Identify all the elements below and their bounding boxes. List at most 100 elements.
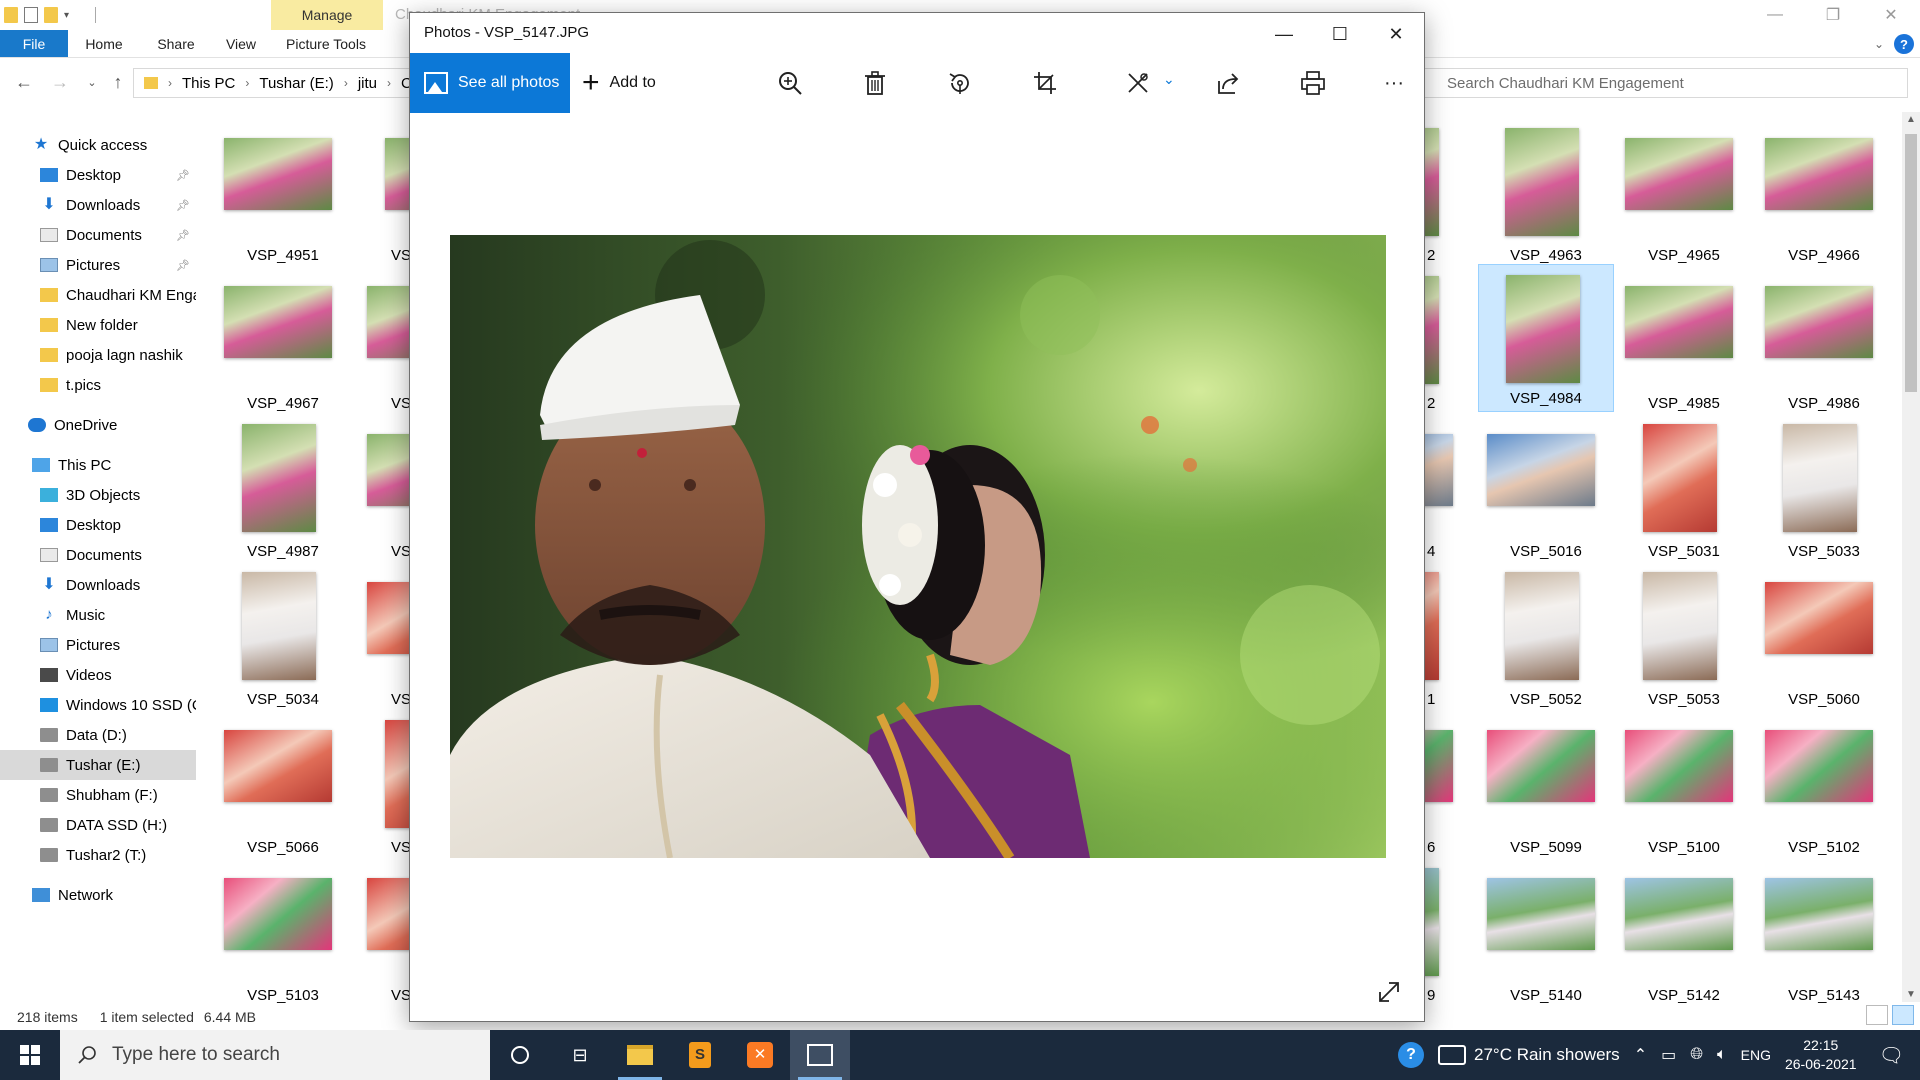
thumbnail-item[interactable]: VS — [355, 122, 409, 268]
minimize-icon[interactable]: — — [1256, 13, 1312, 55]
thumbnail-item[interactable]: 2 — [1425, 122, 1457, 268]
nav-quick-access[interactable]: ★ Quick access — [0, 130, 196, 160]
language-indicator[interactable]: ENG — [1741, 1047, 1771, 1063]
scrollbar-thumb[interactable] — [1905, 134, 1917, 392]
nav-drive-d[interactable]: Data (D:) — [0, 720, 196, 750]
nav-quick-new-folder[interactable]: New folder — [0, 310, 196, 340]
chevron-down-icon[interactable]: ⌄ — [1163, 71, 1175, 88]
thumbnail-item[interactable]: VSP_4963 — [1478, 122, 1614, 268]
folder-icon[interactable] — [4, 7, 18, 23]
thumbnail-item[interactable]: 4 — [1425, 418, 1457, 564]
breadcrumb-jitu[interactable]: jitu — [358, 75, 377, 92]
thumbnail-item-selected[interactable]: VSP_4984 — [1478, 264, 1614, 412]
clock[interactable]: 22:15 26-06-2021 — [1785, 1036, 1857, 1074]
taskbar-photos[interactable] — [790, 1030, 850, 1080]
thumbnail-item[interactable]: VSP_5100 — [1616, 714, 1752, 860]
close-icon[interactable]: ✕ — [1862, 0, 1920, 30]
nav-quick-desktop[interactable]: Desktop 📌︎ — [0, 160, 196, 190]
explorer-search-input[interactable]: Search Chaudhari KM Engagement — [1420, 68, 1908, 98]
thumbnail-item[interactable]: VSP_5102 — [1756, 714, 1892, 860]
thumbnail-item[interactable]: VSP_5033 — [1756, 418, 1892, 564]
fullscreen-icon[interactable] — [1374, 977, 1404, 1007]
rotate-icon[interactable] — [942, 65, 978, 101]
breadcrumb-tushar[interactable]: Tushar (E:) — [259, 75, 333, 92]
more-icon[interactable]: ··· — [1376, 65, 1412, 101]
taskbar-sublime[interactable]: S — [670, 1030, 730, 1080]
customize-qat-icon[interactable]: ▾ — [64, 10, 69, 21]
nav-downloads[interactable]: ⬇ Downloads — [0, 570, 196, 600]
volume-icon[interactable]: 🔈︎ — [1717, 1046, 1727, 1064]
nav-3d-objects[interactable]: 3D Objects — [0, 480, 196, 510]
thumbnail-item[interactable]: VSP_5060 — [1756, 566, 1892, 712]
taskbar-file-explorer[interactable] — [610, 1030, 670, 1080]
nav-quick-pictures[interactable]: Pictures 📌︎ — [0, 250, 196, 280]
restore-icon[interactable]: ❐ — [1804, 0, 1862, 30]
thumbnail-item[interactable]: VS — [355, 566, 409, 712]
nav-this-pc[interactable]: This PC — [0, 450, 196, 480]
nav-drive-t[interactable]: Tushar2 (T:) — [0, 840, 196, 870]
show-hidden-icons-icon[interactable]: ⌃ — [1634, 1045, 1647, 1065]
delete-icon[interactable] — [857, 65, 893, 101]
battery-icon[interactable]: ▭ — [1661, 1045, 1676, 1065]
thumbnail-item[interactable]: VSP_4987 — [215, 418, 351, 564]
thumbnail-item[interactable]: VSP_4986 — [1756, 270, 1892, 416]
forward-icon[interactable]: → — [48, 70, 72, 94]
thumbnail-item[interactable]: VSP_4985 — [1616, 270, 1752, 416]
properties-icon[interactable] — [24, 7, 38, 23]
nav-drive-h[interactable]: DATA SSD (H:) — [0, 810, 196, 840]
thumbnail-item[interactable]: 6 — [1425, 714, 1457, 860]
photo-viewer-image[interactable] — [450, 235, 1386, 858]
thumbnail-item[interactable]: VSP_5053 — [1616, 566, 1752, 712]
task-view-button[interactable]: ⊟ — [550, 1030, 610, 1080]
share-icon[interactable] — [1210, 65, 1246, 101]
nav-quick-tpics[interactable]: t.pics — [0, 370, 196, 400]
thumbnail-item[interactable]: 2 — [1425, 270, 1457, 416]
maximize-icon[interactable]: ☐ — [1312, 13, 1368, 55]
thumbnail-item[interactable]: VSP_4965 — [1616, 122, 1752, 268]
up-icon[interactable]: ↑ — [106, 70, 130, 94]
thumbnail-item[interactable]: VS — [355, 714, 409, 860]
thumbnail-item[interactable]: VSP_5066 — [215, 714, 351, 860]
thumbnail-item[interactable]: VSP_4966 — [1756, 122, 1892, 268]
tab-picture-tools[interactable]: Picture Tools — [270, 30, 382, 57]
thumbnail-item[interactable]: VSP_5052 — [1478, 566, 1614, 712]
thumbnail-item[interactable]: VSP_5140 — [1478, 862, 1614, 1008]
thumbnail-item[interactable]: VS — [355, 418, 409, 564]
cortana-button[interactable] — [490, 1030, 550, 1080]
expand-ribbon-icon[interactable]: ⌄ — [1874, 37, 1884, 51]
help-icon[interactable]: ? — [1894, 34, 1914, 54]
taskbar-xampp[interactable]: ✕ — [730, 1030, 790, 1080]
scroll-down-icon[interactable]: ▼ — [1902, 989, 1920, 1000]
nav-drive-c[interactable]: Windows 10 SSD (C — [0, 690, 196, 720]
nav-quick-documents[interactable]: Documents 📌︎ — [0, 220, 196, 250]
nav-quick-chaudhari[interactable]: Chaudhari KM Enga — [0, 280, 196, 310]
back-icon[interactable]: ← — [12, 70, 36, 94]
nav-quick-downloads[interactable]: ⬇ Downloads 📌︎ — [0, 190, 196, 220]
thumbnail-item[interactable]: VSP_5103 — [215, 862, 351, 1008]
vertical-scrollbar[interactable]: ▲ ▼ — [1902, 112, 1920, 1002]
tab-share[interactable]: Share — [140, 30, 212, 57]
thumbnail-item[interactable]: 9 — [1425, 862, 1457, 1008]
details-view-icon[interactable] — [1866, 1005, 1888, 1025]
thumbnail-item[interactable]: VSP_4951 — [215, 122, 351, 268]
recent-locations-icon[interactable]: ⌄ — [80, 70, 104, 94]
thumbnail-item[interactable]: VSP_5016 — [1478, 418, 1614, 564]
scroll-up-icon[interactable]: ▲ — [1902, 114, 1920, 125]
large-icons-view-icon[interactable] — [1892, 1005, 1914, 1025]
help-tray-icon[interactable]: ? — [1397, 1042, 1424, 1068]
see-all-photos-button[interactable]: See all photos — [410, 53, 570, 113]
nav-documents[interactable]: Documents — [0, 540, 196, 570]
thumbnail-item[interactable]: VSP_5099 — [1478, 714, 1614, 860]
add-to-button[interactable]: + Add to — [582, 53, 656, 113]
nav-quick-pooja[interactable]: pooja lagn nashik — [0, 340, 196, 370]
thumbnail-item[interactable]: VSP_5031 — [1616, 418, 1752, 564]
tab-home[interactable]: Home — [68, 30, 140, 57]
print-icon[interactable] — [1295, 65, 1331, 101]
thumbnail-item[interactable]: VS — [355, 862, 409, 1008]
nav-drive-f[interactable]: Shubham (F:) — [0, 780, 196, 810]
weather-widget[interactable]: 27°C Rain showers — [1437, 1045, 1620, 1065]
minimize-icon[interactable]: — — [1746, 0, 1804, 30]
close-icon[interactable]: ✕ — [1368, 13, 1424, 55]
nav-music[interactable]: ♪ Music — [0, 600, 196, 630]
new-folder-icon[interactable] — [44, 7, 58, 23]
